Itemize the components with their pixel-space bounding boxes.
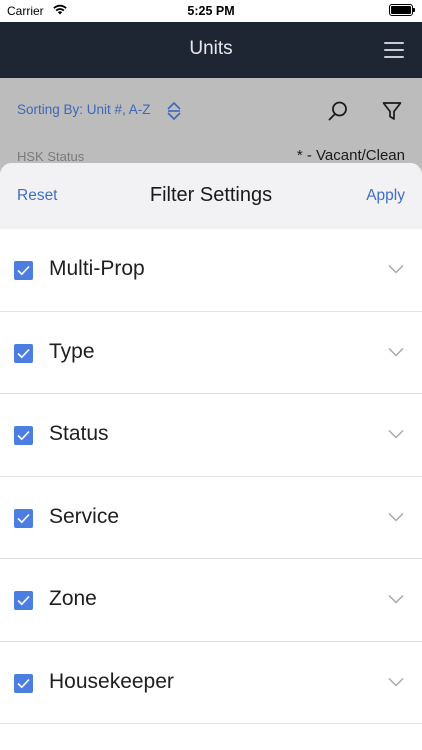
chevron-down-icon[interactable] bbox=[388, 429, 404, 439]
battery-icon bbox=[389, 4, 415, 16]
checkbox-checked-icon[interactable] bbox=[14, 261, 33, 280]
checkbox-checked-icon[interactable] bbox=[14, 591, 33, 610]
page-title: Units bbox=[189, 38, 233, 59]
sheet-header: Reset Filter Settings Apply bbox=[0, 163, 422, 229]
hsk-status-label: HSK Status bbox=[17, 149, 85, 164]
filter-label: Type bbox=[49, 339, 95, 363]
checkbox-checked-icon[interactable] bbox=[14, 426, 33, 445]
checkbox-checked-icon[interactable] bbox=[14, 508, 33, 528]
filter-row-zone[interactable]: Zone bbox=[0, 559, 422, 642]
filter-row-status[interactable]: Status bbox=[0, 394, 422, 477]
chevron-down-icon[interactable] bbox=[388, 677, 404, 687]
filter-label: Status bbox=[49, 422, 109, 445]
chevron-down-icon[interactable] bbox=[388, 264, 404, 274]
filter-icon[interactable] bbox=[381, 100, 403, 122]
sheet-title: Filter Settings bbox=[149, 184, 273, 206]
hsk-status-value: * - Vacant/Clean bbox=[296, 147, 405, 164]
sort-arrows-icon[interactable] bbox=[166, 100, 182, 122]
filter-settings-sheet: Reset Filter Settings Apply Multi-Prop T… bbox=[0, 163, 422, 750]
checkbox-checked-icon[interactable] bbox=[14, 343, 33, 363]
filter-list: Multi-Prop Type Status Service Zone Hous… bbox=[0, 229, 422, 724]
status-bar: Carrier 5:25 PM bbox=[0, 0, 422, 22]
apply-button[interactable]: Apply bbox=[366, 187, 405, 205]
filter-label: Service bbox=[49, 504, 120, 528]
filter-row-housekeeper[interactable]: Housekeeper bbox=[0, 642, 422, 724]
search-icon[interactable] bbox=[327, 100, 349, 122]
checkbox-checked-icon[interactable] bbox=[14, 673, 33, 693]
filter-label: Zone bbox=[49, 587, 97, 610]
chevron-down-icon[interactable] bbox=[388, 594, 404, 604]
filter-row-multi-prop[interactable]: Multi-Prop bbox=[0, 229, 422, 312]
chevron-down-icon[interactable] bbox=[388, 512, 404, 522]
clock: 5:25 PM bbox=[187, 4, 235, 18]
filter-row-service[interactable]: Service bbox=[0, 477, 422, 559]
chevron-down-icon[interactable] bbox=[388, 347, 404, 357]
filter-row-type[interactable]: Type bbox=[0, 312, 422, 394]
sort-row: Sorting By: Unit #, A-Z bbox=[0, 78, 422, 140]
hamburger-menu-icon[interactable] bbox=[384, 42, 404, 58]
filter-label: Multi-Prop bbox=[49, 257, 145, 280]
sort-button[interactable]: Sorting By: Unit #, A-Z bbox=[17, 102, 151, 117]
filter-label: Housekeeper bbox=[49, 669, 174, 693]
nav-bar: Units bbox=[0, 22, 422, 78]
